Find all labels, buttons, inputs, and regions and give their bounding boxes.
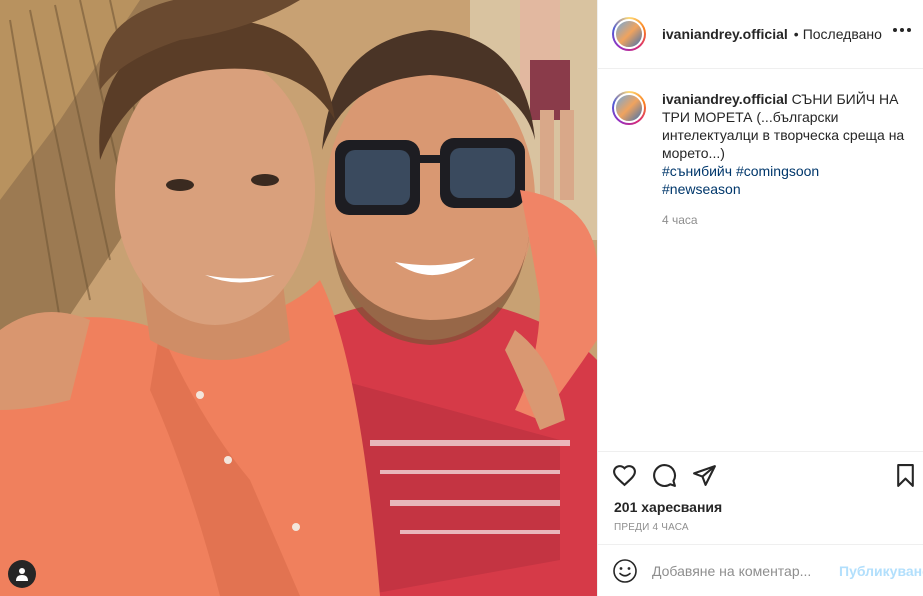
follow-status-button[interactable]: Последвано (803, 26, 882, 42)
user-icon (16, 568, 28, 581)
comment-input[interactable] (652, 562, 833, 579)
save-button[interactable] (891, 461, 919, 489)
instagram-post: ivaniandrey.official • Последвано ivania… (0, 0, 923, 596)
post-timestamp[interactable]: ПРЕДИ 4 ЧАСА (598, 520, 923, 544)
separator-dot: • (793, 26, 799, 42)
more-options-button[interactable] (889, 24, 915, 36)
caption-time: 4 часа (662, 213, 698, 227)
hashtag-link[interactable]: #comingsoon (736, 163, 819, 179)
like-button[interactable] (610, 461, 638, 489)
add-comment-form: Публикуване (598, 544, 923, 596)
hashtags: #сънибийч #comingsoon #newseason (662, 162, 909, 198)
comment-button[interactable] (650, 461, 678, 489)
action-bar (598, 451, 923, 498)
comment-icon (652, 463, 676, 487)
more-dots-icon (893, 28, 897, 32)
hashtag-link[interactable]: #newseason (662, 181, 741, 197)
caption: ivaniandrey.official СЪНИ БИЙЧ НА ТРИ МО… (612, 90, 909, 229)
hashtag-link[interactable]: #сънибийч (662, 163, 732, 179)
bookmark-icon (896, 463, 914, 487)
emoji-icon[interactable] (612, 558, 638, 584)
caption-username[interactable]: ivaniandrey.official (662, 91, 788, 107)
tagged-users-button[interactable] (8, 560, 36, 588)
likes-count[interactable]: 201 харесвания (598, 498, 923, 520)
share-icon (692, 464, 716, 486)
heart-icon (612, 464, 636, 486)
caption-body: ivaniandrey.official СЪНИ БИЙЧ НА ТРИ МО… (662, 90, 909, 229)
post-comment-button[interactable]: Публикуване (839, 563, 923, 579)
post-header: ivaniandrey.official • Последвано (598, 0, 923, 69)
comments-area: ivaniandrey.official СЪНИ БИЙЧ НА ТРИ МО… (598, 69, 923, 451)
share-button[interactable] (690, 461, 718, 489)
beach-selfie-illustration (0, 0, 597, 596)
post-side-panel: ivaniandrey.official • Последвано ivania… (597, 0, 923, 596)
header-username[interactable]: ivaniandrey.official (662, 26, 788, 42)
avatar[interactable] (612, 17, 646, 51)
post-photo[interactable] (0, 0, 597, 596)
caption-avatar[interactable] (612, 91, 646, 125)
